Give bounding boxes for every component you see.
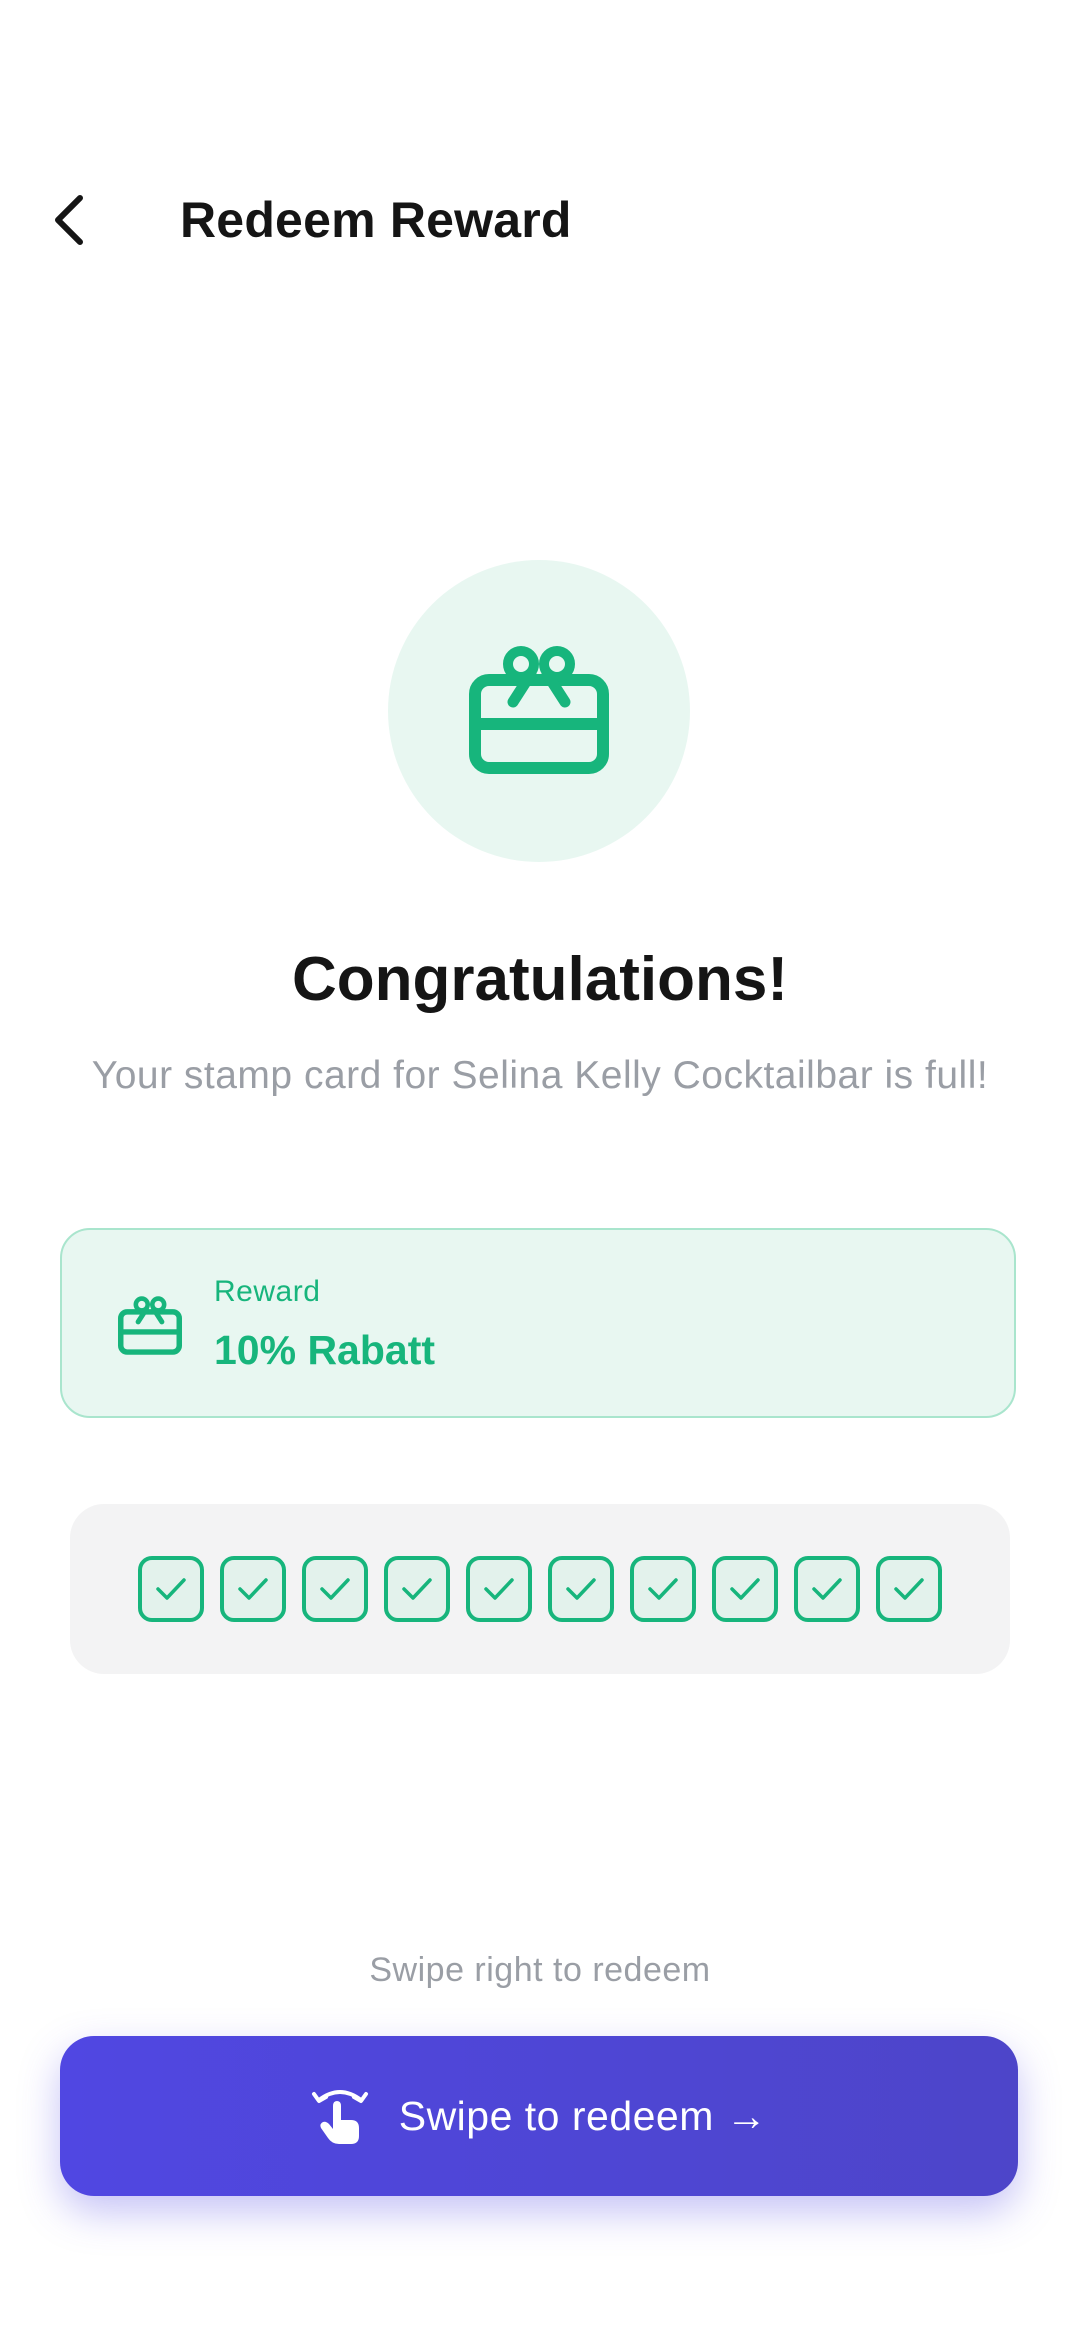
check-icon bbox=[812, 1578, 842, 1600]
page-title: Redeem Reward bbox=[180, 192, 572, 248]
header: Redeem Reward bbox=[0, 150, 1080, 290]
stamp-slot bbox=[384, 1556, 450, 1622]
gift-card-icon bbox=[118, 1296, 182, 1355]
check-icon bbox=[648, 1578, 678, 1600]
hero-icon-circle bbox=[388, 560, 690, 862]
reward-label: Reward bbox=[214, 1275, 321, 1308]
stamp-slot bbox=[794, 1556, 860, 1622]
back-button[interactable] bbox=[30, 180, 110, 260]
stamp-card-full-message: Your stamp card for Selina Kelly Cocktai… bbox=[91, 1054, 989, 1097]
congratulations-heading: Congratulations! bbox=[292, 945, 788, 1014]
stamp-slot bbox=[712, 1556, 778, 1622]
swipe-to-redeem-button[interactable]: Swipe to redeem → bbox=[60, 2036, 1018, 2196]
check-icon bbox=[484, 1578, 514, 1600]
chevron-left-icon bbox=[55, 195, 83, 245]
check-icon bbox=[156, 1578, 186, 1600]
swipe-button-label: Swipe to redeem → bbox=[398, 2092, 768, 2139]
reward-card: Reward 10% Rabatt bbox=[60, 1228, 1016, 1418]
reward-icon-wrap bbox=[118, 1294, 182, 1358]
check-icon bbox=[402, 1578, 432, 1600]
stamp-card bbox=[70, 1504, 1010, 1674]
check-icon bbox=[320, 1578, 350, 1600]
check-icon bbox=[730, 1578, 760, 1600]
swipe-gesture-icon bbox=[311, 2090, 368, 2144]
reward-value: 10% Rabatt bbox=[214, 1327, 436, 1373]
stamp-slot bbox=[548, 1556, 614, 1622]
stamp-slot bbox=[630, 1556, 696, 1622]
check-icon bbox=[238, 1578, 268, 1600]
gift-card-icon bbox=[469, 646, 609, 774]
check-icon bbox=[894, 1578, 924, 1600]
swipe-hint: Swipe right to redeem bbox=[369, 1951, 711, 1989]
stamp-slot bbox=[876, 1556, 942, 1622]
stamp-slot bbox=[138, 1556, 204, 1622]
stamp-slot bbox=[220, 1556, 286, 1622]
stamp-slot bbox=[302, 1556, 368, 1622]
check-icon bbox=[566, 1578, 596, 1600]
stamp-slot bbox=[466, 1556, 532, 1622]
